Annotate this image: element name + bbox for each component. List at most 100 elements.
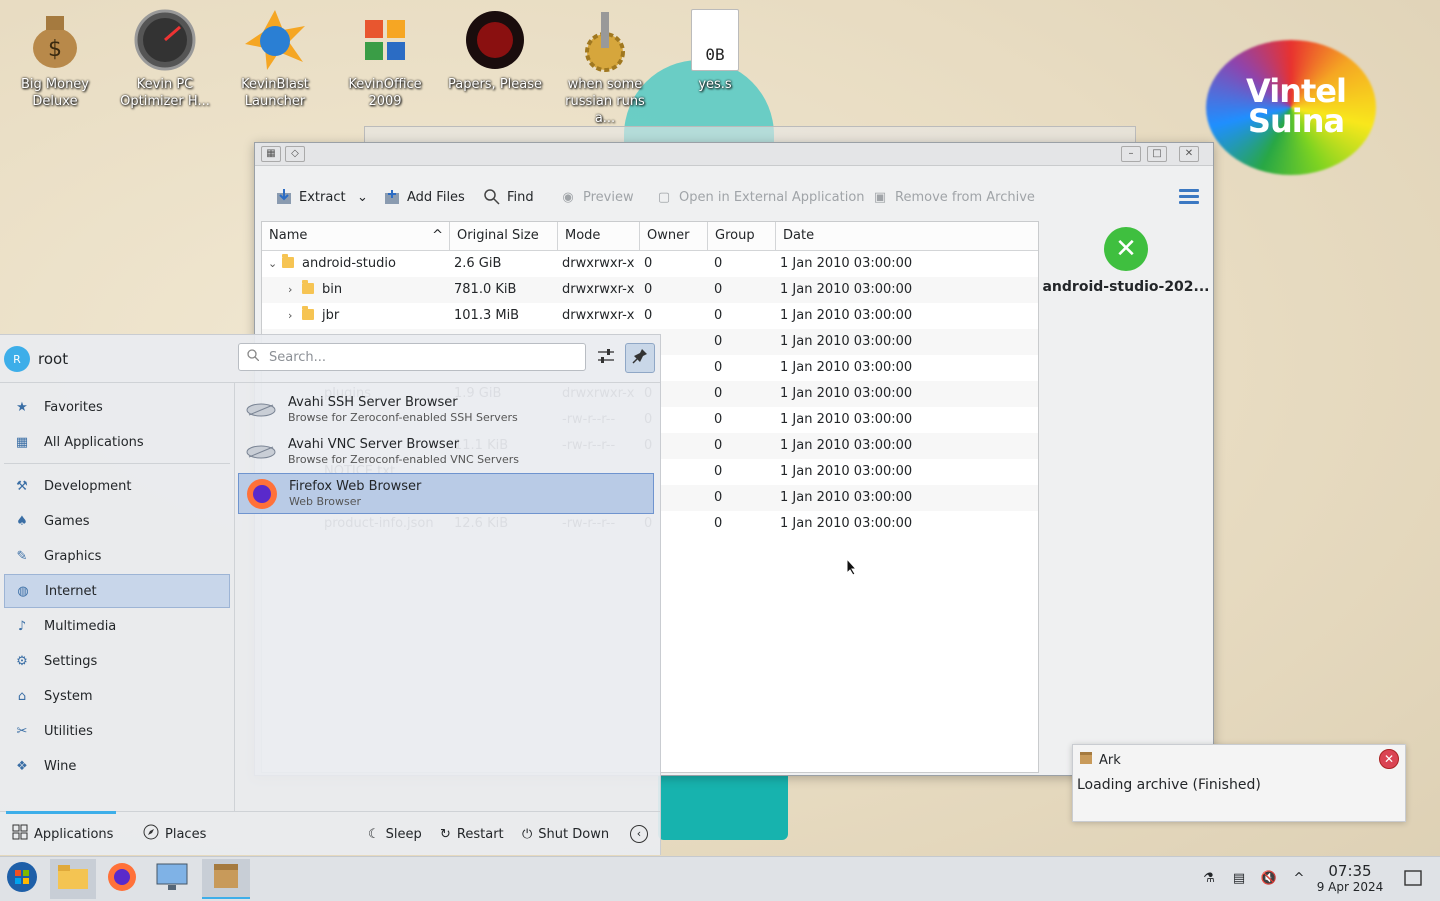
notes-icon[interactable]: ▤: [1228, 867, 1250, 889]
chevron-right-icon[interactable]: ›: [288, 277, 302, 303]
taskbar-ark[interactable]: [202, 859, 250, 899]
desktop-icon-kevinblast[interactable]: KevinBlast Launcher: [225, 8, 325, 110]
add-files-icon: [383, 188, 401, 206]
desktop-icon-yes-s[interactable]: 0B yes.s: [665, 8, 765, 93]
hamburger-menu-icon[interactable]: [1179, 189, 1199, 205]
category-system[interactable]: ⌂ System: [4, 679, 230, 713]
column-date[interactable]: Date: [776, 222, 1038, 250]
utilities-icon: ✂: [16, 723, 28, 739]
firefox-icon: [245, 477, 279, 511]
pin-launcher-button[interactable]: [625, 343, 655, 373]
table-row[interactable]: › bin 781.0 KiB drwxrwxr-x 0 0 1 Jan 2010 03:0…: [262, 277, 1038, 303]
user-info[interactable]: R root: [4, 343, 68, 375]
wine-icon: ❖: [16, 758, 28, 774]
restart-icon: ↻: [440, 826, 451, 842]
minimize-button[interactable]: –: [1121, 146, 1141, 162]
find-label: Find: [507, 189, 534, 205]
category-label: Wine: [44, 758, 77, 774]
start-menu-button[interactable]: [2, 859, 42, 899]
desktop-icon-when-some-russian[interactable]: when some russian runs a...: [555, 8, 655, 127]
column-group[interactable]: Group: [708, 222, 776, 250]
app-item[interactable]: Firefox Web Browser Web Browser: [238, 473, 654, 514]
keep-above-icon[interactable]: ◇: [285, 146, 305, 162]
sleep-button[interactable]: ☾ Sleep: [368, 822, 422, 846]
category-multimedia[interactable]: ♪ Multimedia: [4, 609, 230, 643]
restart-button[interactable]: ↻ Restart: [440, 822, 504, 846]
column-owner[interactable]: Owner: [640, 222, 708, 250]
category-label: Games: [44, 513, 90, 529]
column-name[interactable]: Name ^: [262, 222, 450, 250]
table-row[interactable]: ⌄ android-studio 2.6 GiB drwxrwxr-x 0 0 1 Jan …: [262, 251, 1038, 277]
category-internet[interactable]: ◍ Internet: [4, 574, 230, 608]
find-button[interactable]: Find: [483, 185, 534, 209]
configure-launcher-button[interactable]: [591, 343, 621, 373]
notification-message: Loading archive (Finished): [1077, 777, 1261, 793]
more-power-options-button[interactable]: ‹: [630, 822, 648, 846]
chevron-up-icon[interactable]: ^: [1288, 867, 1310, 889]
category-wine[interactable]: ❖ Wine: [4, 749, 230, 783]
search-icon: [483, 188, 501, 206]
all-apps-icon: ▦: [15, 434, 29, 450]
chevron-right-icon[interactable]: ›: [288, 303, 302, 329]
taskbar-system-settings[interactable]: [152, 859, 192, 899]
chevron-down-icon[interactable]: ⌄: [268, 251, 282, 277]
tab-applications[interactable]: Applications: [5, 811, 117, 856]
speedometer-icon: [133, 8, 197, 72]
desktop-icon-label: KevinBlast Launcher: [241, 77, 309, 109]
close-button[interactable]: ✕: [1179, 146, 1199, 162]
taskbar-firefox[interactable]: [102, 859, 142, 899]
shutdown-button[interactable]: ⏻ Shut Down: [522, 822, 609, 846]
app-title: Avahi SSH Server Browser: [288, 394, 458, 410]
notification-popup[interactable]: Ark ✕ Loading archive (Finished): [1072, 744, 1406, 822]
table-row[interactable]: › jbr 101.3 MiB drwxrwxr-x 0 0 1 Jan 2010 03:0…: [262, 303, 1038, 329]
cell-group: 0: [714, 360, 723, 375]
column-mode[interactable]: Mode: [558, 222, 640, 250]
search-field[interactable]: [238, 343, 586, 371]
firefox-icon: [107, 862, 137, 896]
app-item[interactable]: Avahi VNC Server Browser Browse for Zeroc…: [238, 431, 654, 472]
category-favorites[interactable]: ★ Favorites: [4, 390, 230, 424]
tab-places[interactable]: Places: [143, 812, 206, 856]
category-label: Favorites: [44, 399, 103, 415]
app-item[interactable]: Avahi SSH Server Browser Browse for Zeroc…: [238, 389, 654, 430]
remove-label: Remove from Archive: [895, 189, 1035, 205]
cell-date: 1 Jan 2010 03:00:00: [780, 308, 913, 323]
category-development[interactable]: ⚒ Development: [4, 469, 230, 503]
show-desktop-button[interactable]: [1402, 867, 1424, 889]
avatar: R: [4, 346, 30, 372]
add-files-button[interactable]: Add Files: [383, 185, 465, 209]
search-input[interactable]: [267, 348, 571, 366]
clipboard-icon[interactable]: ⚗: [1198, 867, 1220, 889]
desktop-icon-papers-please[interactable]: Papers, Please: [445, 8, 545, 93]
clock[interactable]: 07:35 9 Apr 2024: [1312, 863, 1388, 895]
extract-button[interactable]: Extract: [275, 185, 346, 209]
remove-icon: ▣: [873, 189, 887, 205]
divider: [234, 383, 235, 811]
desktop-icon-kevinoffice[interactable]: KevinOffice 2009: [335, 8, 435, 110]
extract-dropdown[interactable]: ⌄: [357, 185, 368, 209]
archive-info-panel: ✕ android-studio-202...: [1041, 221, 1211, 341]
category-utilities[interactable]: ✂ Utilities: [4, 714, 230, 748]
volume-muted-icon[interactable]: 🔇: [1258, 867, 1280, 889]
close-notification-button[interactable]: ✕: [1379, 749, 1399, 769]
remove-from-archive-button[interactable]: ▣ Remove from Archive: [871, 185, 1035, 209]
category-graphics[interactable]: ✎ Graphics: [4, 539, 230, 573]
ark-titlebar[interactable]: ▦ ◇ – □ ✕: [255, 143, 1213, 166]
column-original-size[interactable]: Original Size: [450, 222, 558, 250]
category-games[interactable]: ♠ Games: [4, 504, 230, 538]
internet-icon: ◍: [17, 583, 29, 599]
taskbar-file-manager[interactable]: [50, 859, 96, 899]
desktop-icon-kevin-optimizer[interactable]: Kevin PC Optimizer H...: [115, 8, 215, 110]
cell-date: 1 Jan 2010 03:00:00: [780, 334, 913, 349]
category-label: All Applications: [44, 434, 144, 450]
category-all-applications[interactable]: ▦ All Applications: [4, 425, 230, 459]
app-subtitle: Browse for Zeroconf-enabled VNC Servers: [288, 452, 519, 466]
maximize-button[interactable]: □: [1147, 146, 1167, 162]
globe-burst-icon: [243, 8, 307, 72]
open-external-button[interactable]: ▢ Open in External Application: [655, 185, 865, 209]
extract-label: Extract: [299, 189, 346, 205]
folder-icon: [282, 254, 294, 268]
category-settings[interactable]: ⚙ Settings: [4, 644, 230, 678]
desktop-icon-big-money[interactable]: $ Big Money Deluxe: [5, 8, 105, 110]
preview-button[interactable]: ◉ Preview: [559, 185, 633, 209]
